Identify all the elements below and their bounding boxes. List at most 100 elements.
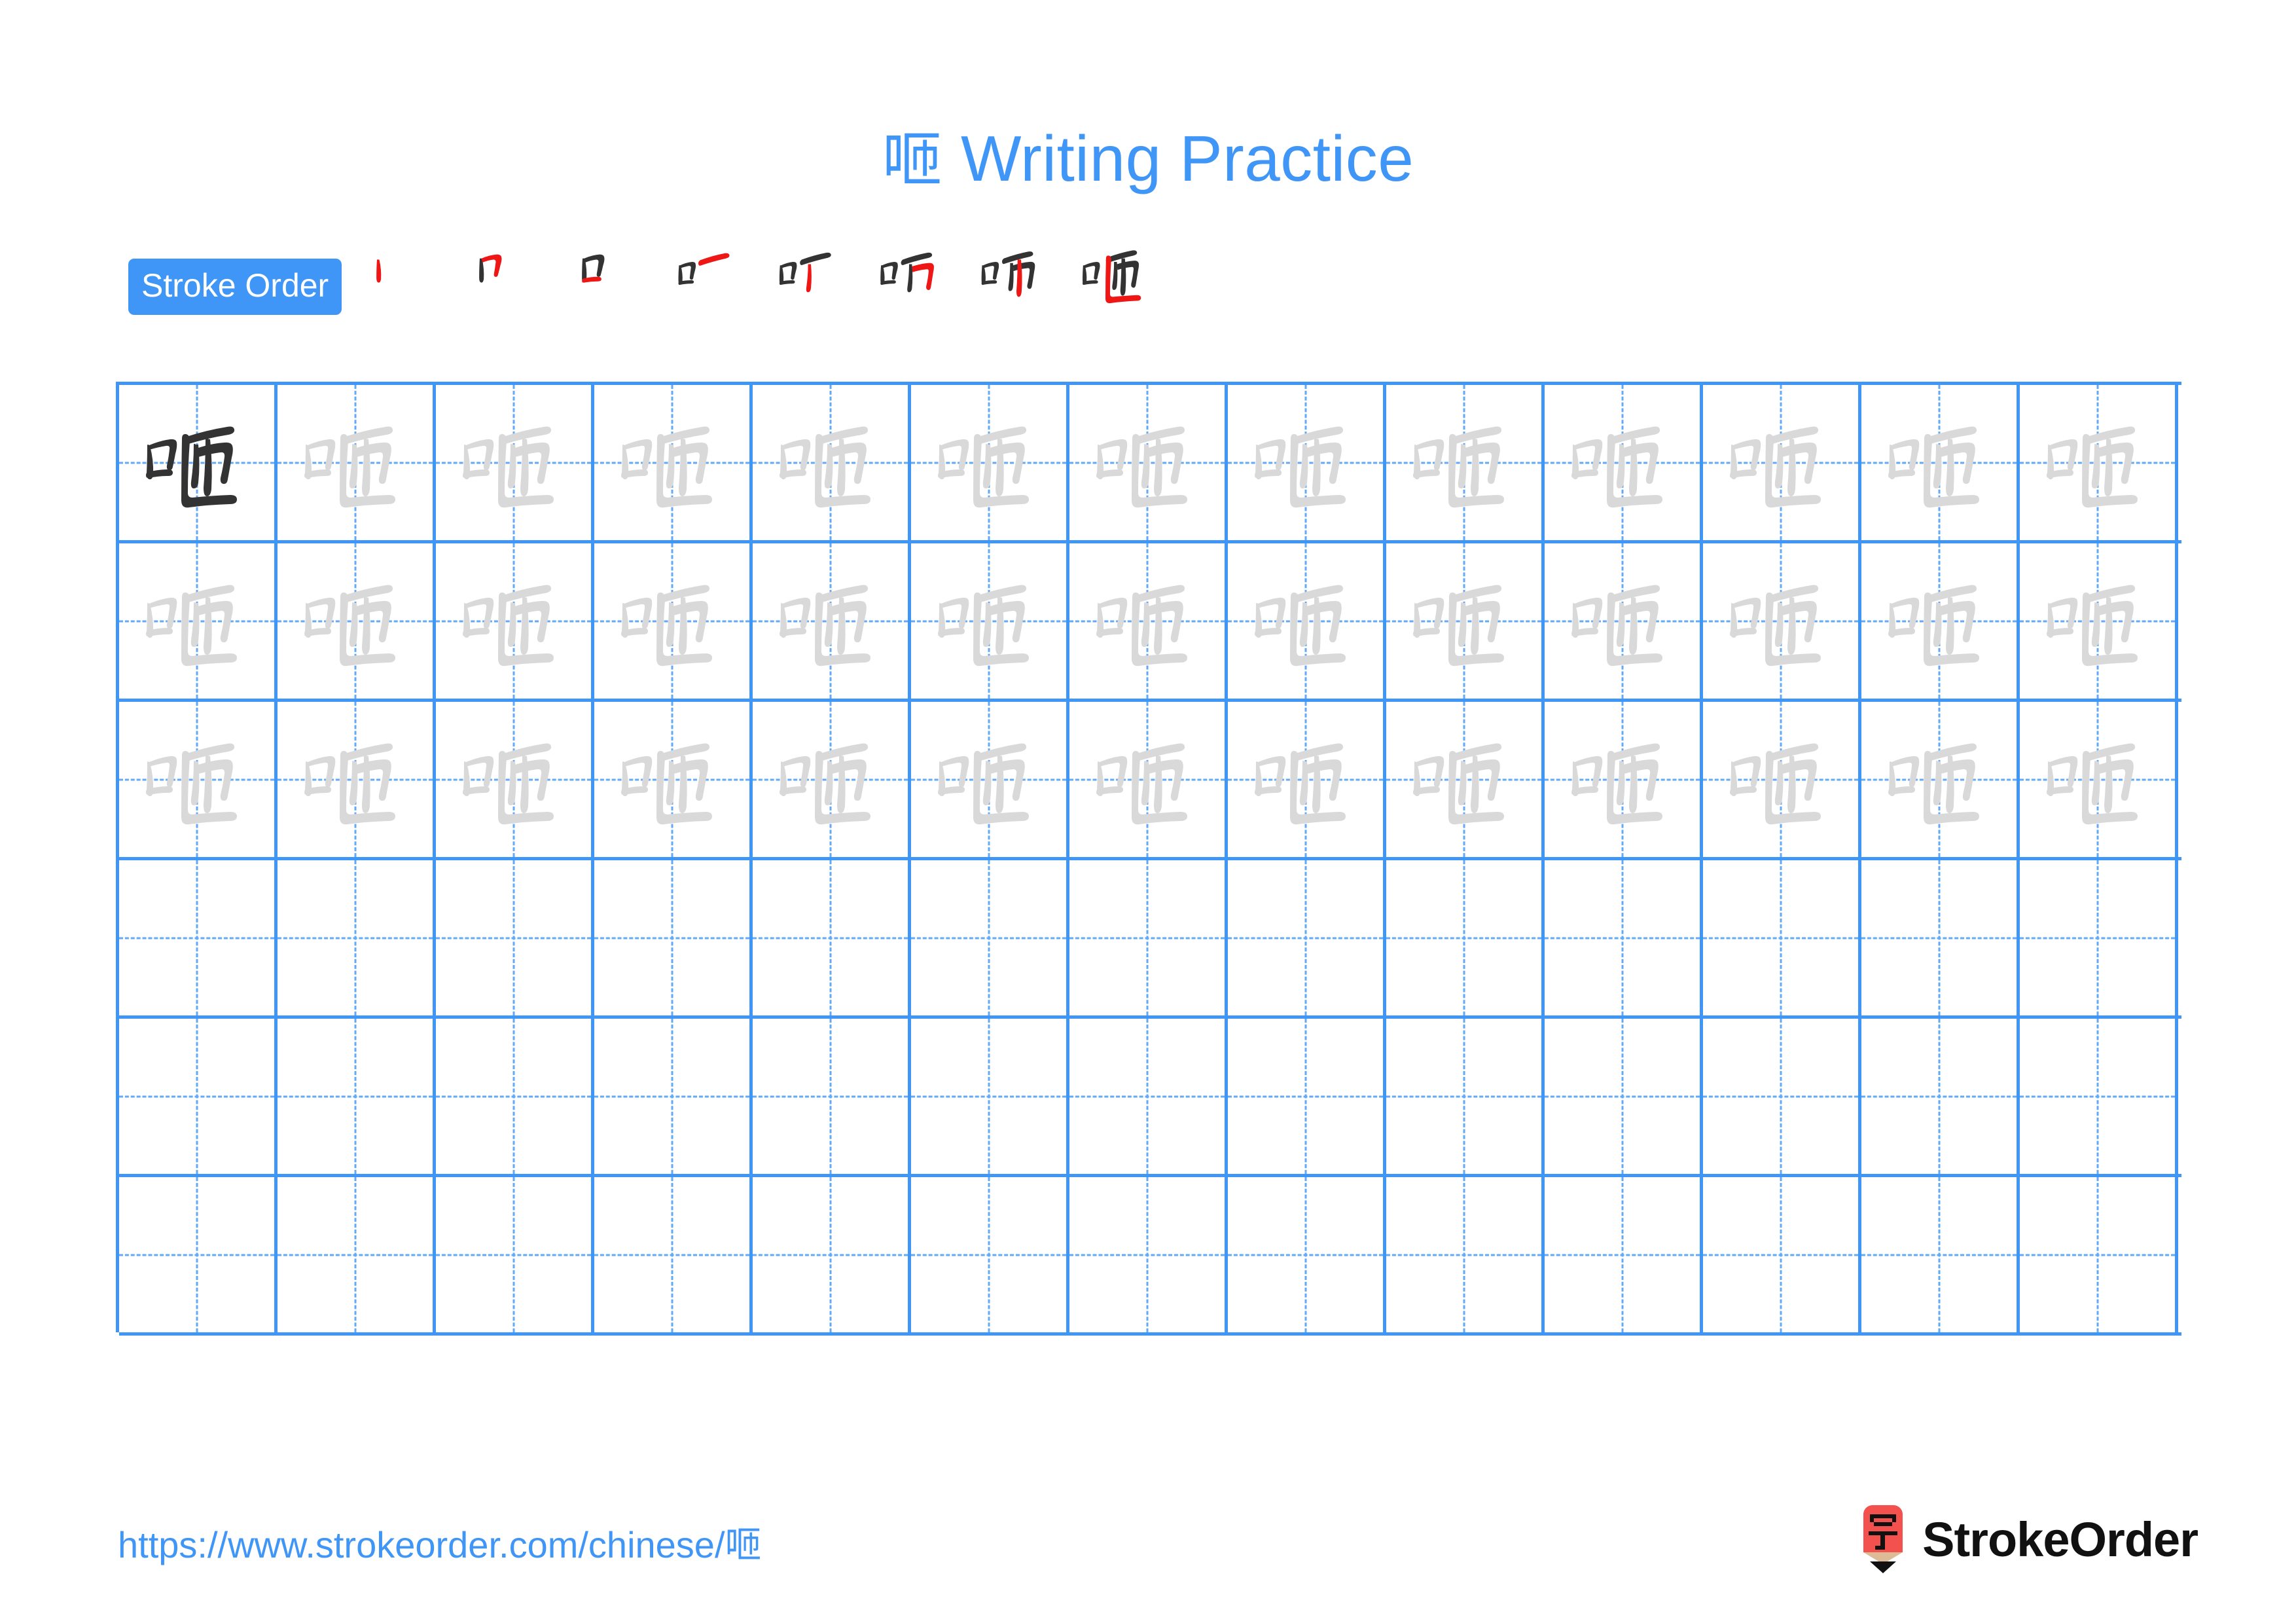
practice-cell[interactable] <box>1545 385 1703 540</box>
practice-cell[interactable] <box>2020 1019 2178 1174</box>
practice-cell[interactable] <box>1545 1177 1703 1332</box>
practice-cell[interactable] <box>1228 385 1386 540</box>
practice-cell[interactable] <box>2020 860 2178 1015</box>
practice-cell[interactable] <box>278 543 436 699</box>
practice-cell[interactable] <box>436 702 594 857</box>
practice-cell[interactable] <box>2020 543 2178 699</box>
trace-character <box>119 702 274 857</box>
practice-cell[interactable] <box>1228 1177 1386 1332</box>
practice-cell[interactable] <box>1386 1019 1545 1174</box>
practice-cell[interactable] <box>1228 543 1386 699</box>
practice-cell[interactable] <box>278 1177 436 1332</box>
character-glyph <box>1888 743 1979 824</box>
practice-cell[interactable] <box>594 702 753 857</box>
practice-cell[interactable] <box>594 1019 753 1174</box>
practice-cell[interactable] <box>1545 860 1703 1015</box>
practice-cell[interactable] <box>1069 385 1228 540</box>
practice-cell[interactable] <box>1386 385 1545 540</box>
source-url-link[interactable]: https://www.strokeorder.com/chinese/咂 <box>118 1516 762 1569</box>
practice-cell[interactable] <box>119 1177 278 1332</box>
practice-cell[interactable] <box>1545 702 1703 857</box>
practice-cell[interactable] <box>1703 702 1861 857</box>
practice-cell[interactable] <box>753 860 911 1015</box>
practice-cell[interactable] <box>119 385 278 540</box>
practice-cell[interactable] <box>119 1019 278 1174</box>
stroke-step-6 <box>865 230 967 321</box>
stroke-step-1 <box>351 230 454 321</box>
practice-cell[interactable] <box>594 543 753 699</box>
practice-cell[interactable] <box>1861 1019 2020 1174</box>
stroke-step-2-diagram <box>479 254 502 283</box>
practice-cell[interactable] <box>436 1177 594 1332</box>
practice-cell[interactable] <box>278 1019 436 1174</box>
character-glyph <box>1571 743 1662 824</box>
trace-character <box>594 385 749 540</box>
practice-cell[interactable] <box>1386 702 1545 857</box>
practice-cell[interactable] <box>436 860 594 1015</box>
practice-cell[interactable] <box>911 1019 1069 1174</box>
practice-cell[interactable] <box>436 1019 594 1174</box>
practice-cell[interactable] <box>1703 543 1861 699</box>
practice-cell[interactable] <box>1703 385 1861 540</box>
practice-grid-row <box>119 543 2181 702</box>
practice-cell[interactable] <box>753 543 911 699</box>
practice-cell[interactable] <box>1228 860 1386 1015</box>
character-glyph <box>145 426 237 507</box>
practice-cell[interactable] <box>278 385 436 540</box>
character-glyph <box>620 426 712 507</box>
practice-cell[interactable] <box>119 543 278 699</box>
practice-cell[interactable] <box>594 1177 753 1332</box>
practice-cell[interactable] <box>753 385 911 540</box>
trace-character <box>911 385 1066 540</box>
practice-cell[interactable] <box>911 543 1069 699</box>
practice-cell[interactable] <box>594 860 753 1015</box>
practice-cell[interactable] <box>911 860 1069 1015</box>
stroke-step-4 <box>659 230 762 321</box>
practice-cell[interactable] <box>1861 1177 2020 1332</box>
practice-cell[interactable] <box>911 385 1069 540</box>
practice-cell[interactable] <box>1703 1177 1861 1332</box>
practice-cell[interactable] <box>278 702 436 857</box>
trace-character <box>1386 385 1541 540</box>
practice-cell[interactable] <box>753 702 911 857</box>
practice-cell[interactable] <box>1386 1177 1545 1332</box>
practice-cell[interactable] <box>911 702 1069 857</box>
practice-cell[interactable] <box>1545 1019 1703 1174</box>
practice-cell[interactable] <box>1069 543 1228 699</box>
practice-cell[interactable] <box>119 860 278 1015</box>
practice-cell[interactable] <box>1861 385 2020 540</box>
practice-cell[interactable] <box>2020 702 2178 857</box>
practice-cell[interactable] <box>1861 702 2020 857</box>
practice-cell[interactable] <box>436 385 594 540</box>
practice-cell[interactable] <box>1703 1019 1861 1174</box>
practice-grid <box>116 382 2181 1336</box>
stroke-step-8-diagram <box>1083 250 1141 304</box>
practice-cell[interactable] <box>1228 702 1386 857</box>
practice-cell[interactable] <box>1228 1019 1386 1174</box>
practice-cell[interactable] <box>1069 860 1228 1015</box>
practice-cell[interactable] <box>1069 702 1228 857</box>
trace-character <box>753 543 908 699</box>
practice-cell[interactable] <box>1386 860 1545 1015</box>
practice-cell[interactable] <box>753 1177 911 1332</box>
practice-cell[interactable] <box>1861 860 2020 1015</box>
practice-cell[interactable] <box>436 543 594 699</box>
trace-character <box>1861 385 2017 540</box>
practice-cell[interactable] <box>278 860 436 1015</box>
practice-cell[interactable] <box>1386 543 1545 699</box>
practice-cell[interactable] <box>1069 1177 1228 1332</box>
practice-cell[interactable] <box>1861 543 2020 699</box>
practice-cell[interactable] <box>2020 385 2178 540</box>
character-glyph <box>1096 585 1187 666</box>
practice-cell[interactable] <box>911 1177 1069 1332</box>
character-glyph <box>1729 743 1821 824</box>
practice-cell[interactable] <box>1545 543 1703 699</box>
practice-cell[interactable] <box>2020 1177 2178 1332</box>
practice-cell[interactable] <box>1069 1019 1228 1174</box>
practice-cell[interactable] <box>594 385 753 540</box>
practice-cell[interactable] <box>119 702 278 857</box>
practice-cell[interactable] <box>1703 860 1861 1015</box>
practice-cell[interactable] <box>753 1019 911 1174</box>
trace-character <box>278 543 433 699</box>
page-title-suffix: Writing Practice <box>960 122 1414 194</box>
